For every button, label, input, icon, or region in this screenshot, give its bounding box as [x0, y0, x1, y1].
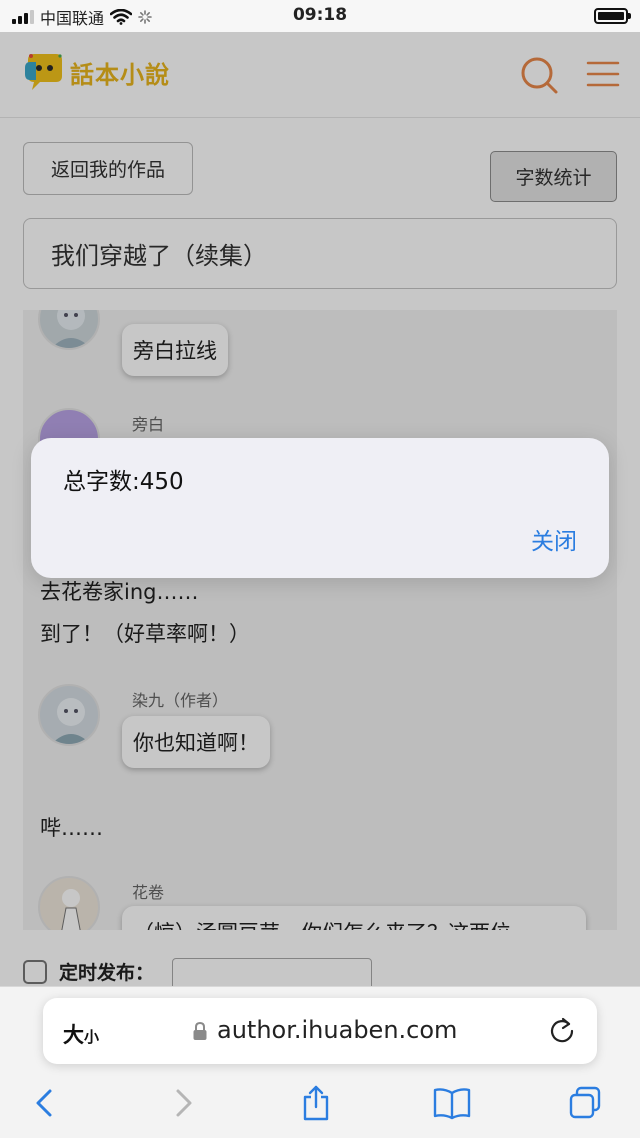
- alert-message: 总字数:450: [63, 469, 184, 495]
- tabs-icon[interactable]: [568, 1085, 602, 1121]
- battery-icon: [594, 8, 631, 24]
- alert-dialog: 总字数:450 关闭: [31, 438, 609, 578]
- forward-icon[interactable]: [166, 1085, 200, 1121]
- status-bar: 中国联通 09:18: [0, 0, 640, 32]
- browser-toolbar: 大小 author.ihuaben.com: [0, 986, 640, 1138]
- lock-icon: [193, 1021, 207, 1040]
- reload-icon[interactable]: [547, 1016, 577, 1046]
- bookmarks-icon[interactable]: [432, 1085, 472, 1121]
- back-icon[interactable]: [28, 1085, 62, 1121]
- address-bar[interactable]: 大小 author.ihuaben.com: [43, 998, 597, 1064]
- clock: 09:18: [292, 5, 348, 25]
- url-text: author.ihuaben.com: [217, 1016, 458, 1044]
- modal-backdrop: [0, 32, 640, 1138]
- close-button[interactable]: 关闭: [531, 522, 577, 556]
- share-icon[interactable]: [299, 1085, 333, 1121]
- text-size-button[interactable]: 大小: [63, 1019, 99, 1049]
